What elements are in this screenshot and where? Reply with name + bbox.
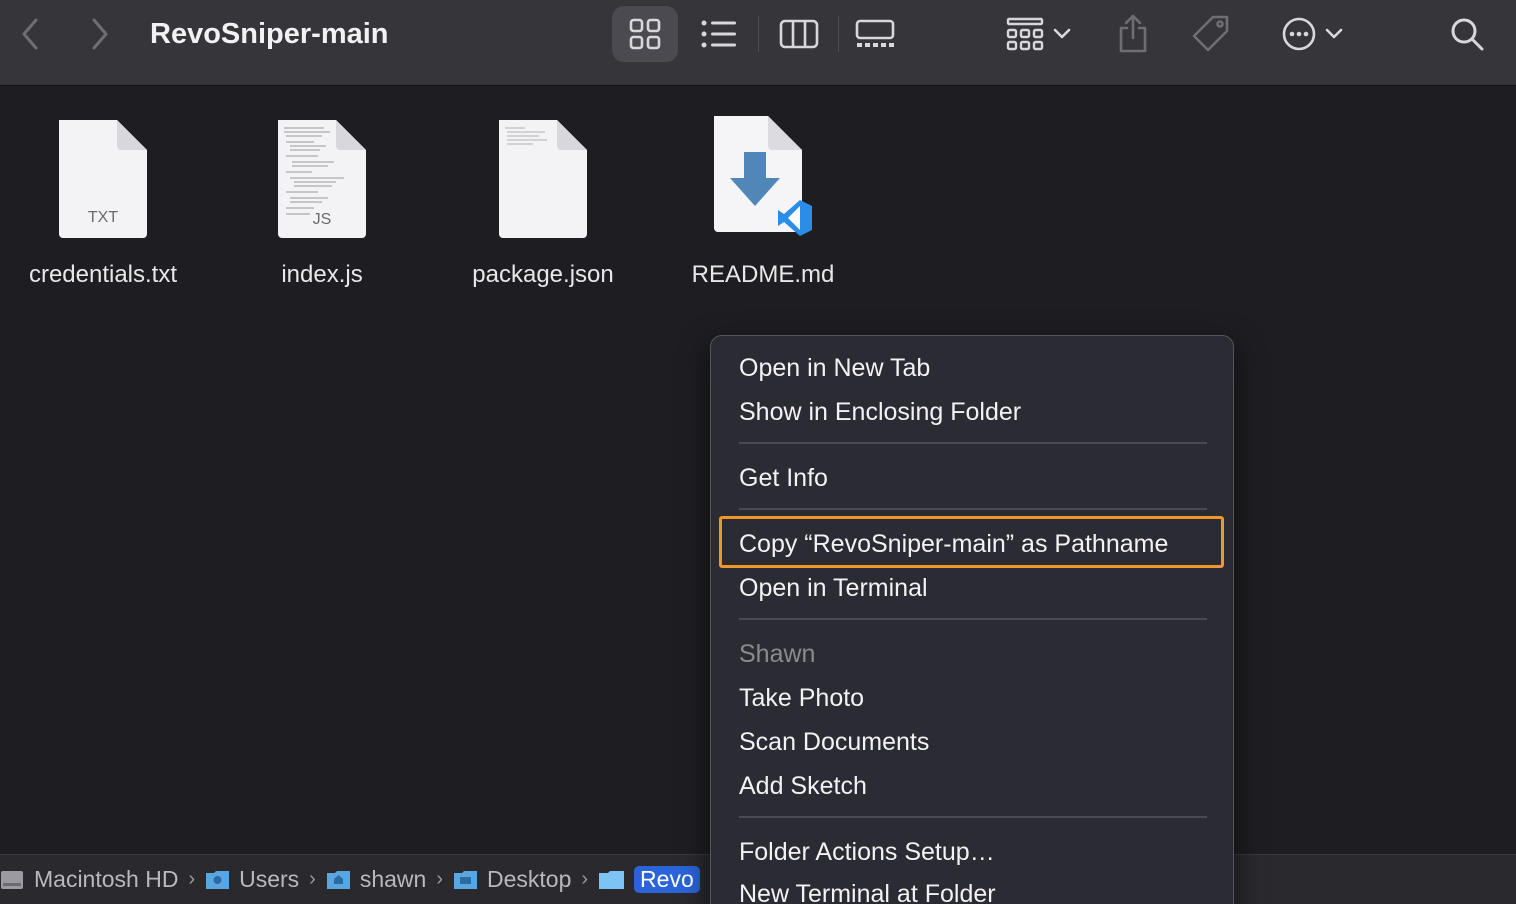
file-badge: TXT xyxy=(88,209,118,226)
more-icon xyxy=(1282,17,1316,51)
group-button[interactable] xyxy=(998,6,1078,62)
menu-item-open-in-new-tab[interactable]: Open in New Tab xyxy=(739,352,930,384)
group-icon xyxy=(1006,17,1044,51)
menu-item-get-info[interactable]: Get Info xyxy=(739,462,828,494)
javascript-file-icon: JS xyxy=(278,120,366,238)
menu-item-copy-as-pathname[interactable]: Copy “RevoSniper-main” as Pathname xyxy=(739,528,1168,560)
markdown-file-icon xyxy=(714,116,812,236)
file-name: credentials.txt xyxy=(28,261,178,288)
menu-item-open-in-terminal[interactable]: Open in Terminal xyxy=(739,572,928,604)
gallery-view-icon xyxy=(855,19,895,47)
menu-divider xyxy=(739,816,1207,818)
json-file-icon xyxy=(499,120,587,238)
desktop-folder-icon xyxy=(454,870,477,889)
search-button[interactable] xyxy=(1440,6,1494,62)
more-button[interactable] xyxy=(1272,6,1352,62)
file-badge: JS xyxy=(313,211,332,228)
search-icon xyxy=(1451,18,1484,51)
chevron-right-icon: › xyxy=(436,868,443,890)
icon-view-icon xyxy=(629,18,661,50)
window-title: RevoSniper-main xyxy=(150,18,389,50)
list-view-icon xyxy=(701,20,736,48)
menu-item-show-in-enclosing-folder[interactable]: Show in Enclosing Folder xyxy=(739,396,1021,428)
share-icon xyxy=(1119,14,1147,53)
file-item[interactable]: package.json xyxy=(443,115,643,290)
column-view-button[interactable] xyxy=(774,6,824,62)
text-file-icon: TXT xyxy=(59,120,147,238)
path-item-label: Desktop xyxy=(487,866,572,892)
tag-icon xyxy=(1192,15,1229,52)
menu-divider xyxy=(739,508,1207,510)
file-item[interactable]: TXT credentials.txt xyxy=(3,115,203,290)
chevron-right-icon xyxy=(92,18,108,50)
path-item-label: Users xyxy=(239,866,300,892)
icon-view-button[interactable] xyxy=(612,6,678,62)
file-item[interactable]: JS index.js xyxy=(222,115,422,290)
chevron-right-icon: › xyxy=(188,868,196,890)
home-folder-icon xyxy=(326,870,350,889)
menu-item-add-sketch[interactable]: Add Sketch xyxy=(739,770,867,802)
folder-icon xyxy=(206,870,230,889)
chevron-left-icon xyxy=(22,18,38,50)
path-item-current[interactable]: Revo xyxy=(598,866,700,893)
menu-divider xyxy=(739,442,1207,444)
menu-section-header: Shawn xyxy=(739,640,816,668)
menu-item-scan-documents[interactable]: Scan Documents xyxy=(739,726,929,758)
path-item[interactable]: Users › xyxy=(205,866,316,893)
column-view-icon xyxy=(779,19,819,49)
folder-icon xyxy=(599,870,625,889)
file-name: index.js xyxy=(281,261,363,288)
file-name: package.json xyxy=(472,261,614,288)
file-name: README.md xyxy=(691,261,835,288)
menu-item-take-photo[interactable]: Take Photo xyxy=(739,682,864,714)
path-item[interactable]: shawn › xyxy=(326,866,443,893)
menu-item-new-terminal-at-folder[interactable]: New Terminal at Folder xyxy=(739,878,996,904)
forward-button[interactable] xyxy=(82,16,118,52)
toolbar-divider xyxy=(838,16,839,52)
menu-item-folder-actions-setup[interactable]: Folder Actions Setup… xyxy=(739,836,995,868)
path-item[interactable]: Macintosh HD › xyxy=(0,866,195,893)
chevron-right-icon: › xyxy=(581,868,589,890)
chevron-down-icon xyxy=(1053,28,1071,39)
path-item-label: shawn xyxy=(359,866,427,892)
toolbar: RevoSniper-main xyxy=(0,0,1516,86)
context-menu: Open in New Tab Show in Enclosing Folder… xyxy=(710,335,1234,904)
back-button[interactable] xyxy=(12,16,48,52)
path-item[interactable]: Desktop › xyxy=(453,866,588,893)
chevron-right-icon: › xyxy=(309,868,316,890)
path-item-label: Revo xyxy=(634,866,700,893)
path-item-label: Macintosh HD xyxy=(34,866,179,892)
tag-button[interactable] xyxy=(1186,6,1236,62)
chevron-down-icon xyxy=(1325,28,1343,39)
list-view-button[interactable] xyxy=(694,6,744,62)
toolbar-divider xyxy=(758,16,759,52)
hard-drive-icon xyxy=(1,870,23,889)
file-item[interactable]: README.md xyxy=(663,115,863,290)
share-button[interactable] xyxy=(1110,6,1156,62)
menu-divider xyxy=(739,618,1207,620)
gallery-view-button[interactable] xyxy=(850,6,900,62)
